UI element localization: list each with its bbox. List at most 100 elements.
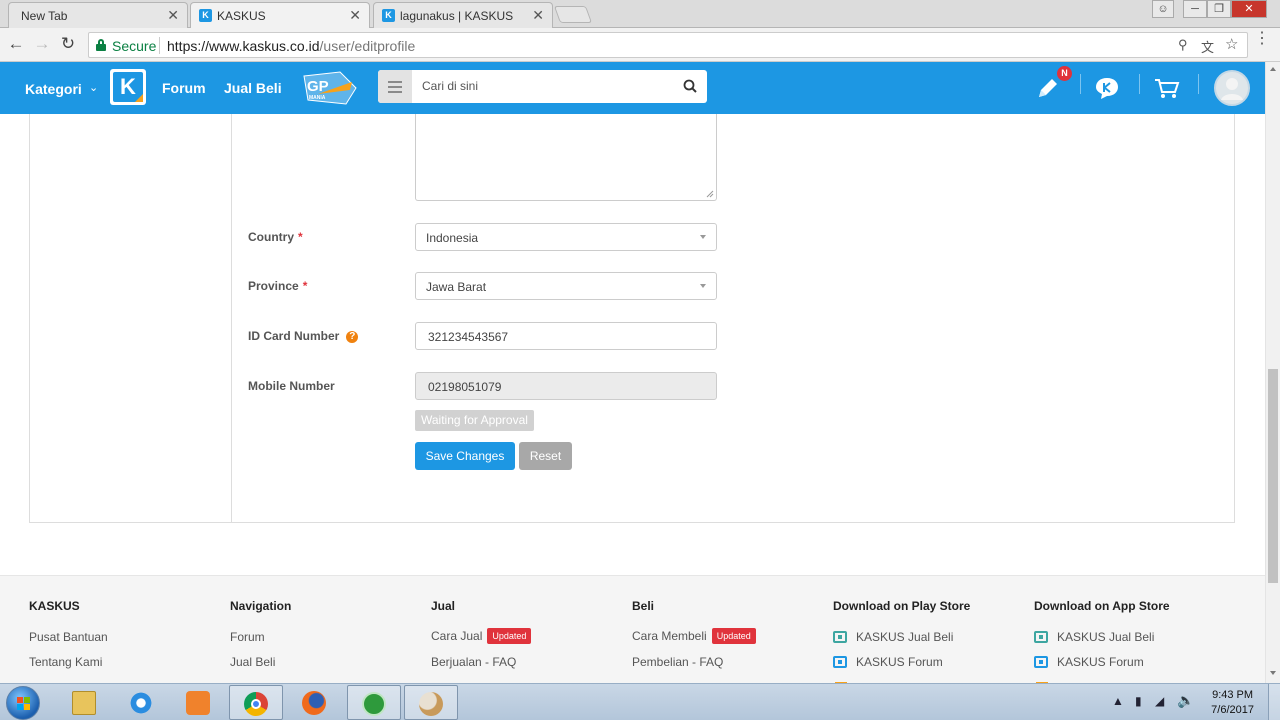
tab-new-tab[interactable]: New Tab ✕	[8, 2, 188, 28]
search-icon[interactable]	[683, 79, 697, 93]
nav-jual-beli[interactable]: Jual Beli	[224, 80, 282, 96]
required-marker: *	[298, 230, 303, 244]
gp-mania-logo[interactable]: GP MANIA	[300, 70, 358, 106]
explorer-taskbar-icon[interactable]	[58, 685, 112, 720]
browser-tab-strip: New Tab ✕ K KASKUS ✕ K lagunakus | KASKU…	[0, 0, 1280, 29]
close-icon[interactable]: ✕	[167, 7, 179, 24]
green-app-taskbar-icon[interactable]	[347, 685, 401, 720]
site-footer: KASKUS Pusat Bantuan Tentang Kami Naviga…	[0, 575, 1265, 686]
media-player-taskbar-icon[interactable]	[172, 685, 226, 720]
chat-icon[interactable]	[1092, 73, 1122, 103]
close-icon[interactable]: ✕	[349, 7, 361, 24]
divider	[1139, 74, 1140, 94]
kategori-menu[interactable]: Kategori	[25, 81, 82, 97]
mobile-value: 02198051079	[428, 380, 502, 394]
hamburger-icon[interactable]	[378, 70, 412, 103]
translate-icon[interactable]: 文	[1201, 37, 1214, 56]
url-path: /user/editprofile	[319, 38, 416, 54]
back-arrow-icon[interactable]: ←	[6, 34, 26, 54]
show-hidden-icons-icon[interactable]: ▲	[1112, 694, 1124, 708]
address-bar[interactable]: Secure https://www.kaskus.co.id/user/edi…	[88, 32, 1248, 58]
address-textarea[interactable]	[415, 114, 717, 201]
updated-badge: Updated	[711, 628, 756, 644]
browser-menu-icon[interactable]: ⋮	[1254, 31, 1270, 47]
bookmark-star-icon[interactable]: ☆	[1225, 35, 1238, 53]
province-select[interactable]: Jawa Barat	[415, 272, 717, 300]
kaskus-favicon-icon: K	[199, 9, 212, 22]
tab-kaskus[interactable]: K KASKUS ✕	[190, 2, 370, 29]
footer-heading: Navigation	[230, 599, 292, 613]
footer-col-kaskus: KASKUS Pusat Bantuan Tentang Kami	[29, 599, 229, 669]
avatar[interactable]	[1214, 70, 1250, 106]
reset-button[interactable]: Reset	[519, 442, 572, 470]
footer-link[interactable]: KASKUS Forum	[1034, 655, 1144, 669]
restore-icon[interactable]: ❐	[1207, 0, 1231, 18]
tab-title: New Tab	[21, 9, 68, 23]
footer-link[interactable]: Pusat Bantuan	[29, 630, 108, 644]
minimize-icon[interactable]: ─	[1183, 0, 1207, 18]
id-card-input[interactable]: 321234543567	[415, 322, 717, 350]
cart-icon[interactable]	[1152, 73, 1182, 103]
forward-arrow-icon[interactable]: →	[32, 34, 52, 54]
nav-forum[interactable]: Forum	[162, 80, 206, 96]
jual-beli-app-icon	[1034, 631, 1048, 643]
firefox-taskbar-icon[interactable]	[288, 685, 342, 720]
province-value: Jawa Barat	[426, 280, 487, 294]
user-profile-icon[interactable]: ☺	[1152, 0, 1174, 18]
url-host: https://www.kaskus.co.id	[167, 38, 320, 54]
scroll-up-icon[interactable]	[1270, 67, 1276, 71]
volume-icon[interactable]: 🔈	[1177, 692, 1194, 709]
footer-heading: Download on Play Store	[833, 599, 971, 613]
search-bar[interactable]: Cari di sini	[378, 70, 707, 103]
close-icon[interactable]: ✕	[532, 7, 544, 24]
new-tab-button[interactable]	[553, 6, 593, 23]
tab-title: KASKUS	[217, 9, 266, 23]
network-icon[interactable]: ◢	[1155, 694, 1164, 708]
footer-link[interactable]: KASKUS Jual Beli	[833, 630, 953, 644]
footer-link[interactable]: KASKUS Forum	[833, 655, 943, 669]
caret-down-icon	[700, 235, 706, 239]
footer-link[interactable]: Tentang Kami	[29, 655, 102, 669]
footer-link[interactable]: Berjualan - FAQ	[431, 655, 516, 669]
paint-taskbar-icon[interactable]	[404, 685, 458, 720]
battery-icon[interactable]: ▮	[1135, 694, 1142, 708]
zoom-icon[interactable]: ⚲	[1178, 37, 1188, 53]
search-input[interactable]: Cari di sini	[422, 79, 478, 93]
kaskus-logo[interactable]: K	[110, 69, 146, 105]
footer-heading: KASKUS	[29, 599, 80, 613]
lock-icon	[96, 39, 106, 51]
internet-explorer-taskbar-icon[interactable]	[115, 685, 169, 720]
divider	[159, 37, 160, 54]
chevron-down-icon[interactable]: ⌄	[89, 81, 98, 94]
reload-icon[interactable]: ↻	[58, 34, 78, 54]
page-scrollbar[interactable]	[1265, 62, 1280, 683]
footer-link[interactable]: Pembelian - FAQ	[632, 655, 723, 669]
caret-down-icon	[700, 284, 706, 288]
show-desktop-button[interactable]	[1268, 684, 1280, 720]
footer-col-beli: Beli Cara Membeli Updated Pembelian - FAQ	[632, 599, 832, 669]
footer-link[interactable]: Forum	[230, 630, 265, 644]
footer-col-jual: Jual Cara Jual Updated Berjualan - FAQ	[431, 599, 631, 669]
footer-col-play-store: Download on Play Store KASKUS Jual Beli …	[833, 599, 1033, 669]
notification-badge: N	[1057, 66, 1072, 81]
footer-link[interactable]: Cara Membeli Updated	[632, 628, 756, 644]
tab-lagunakus[interactable]: K lagunakus | KASKUS ✕	[373, 2, 553, 28]
system-clock[interactable]: 9:43 PM 7/6/2017	[1211, 688, 1254, 718]
clock-time: 9:43 PM	[1212, 689, 1254, 701]
close-window-icon[interactable]: ✕	[1231, 0, 1267, 18]
clock-date: 7/6/2017	[1211, 704, 1254, 716]
footer-link[interactable]: Cara Jual Updated	[431, 628, 532, 644]
country-select[interactable]: Indonesia	[415, 223, 717, 251]
url-text[interactable]: https://www.kaskus.co.id/user/editprofil…	[167, 38, 415, 54]
footer-link[interactable]: KASKUS Jual Beli	[1034, 630, 1154, 644]
start-button[interactable]	[6, 686, 40, 720]
scroll-down-icon[interactable]	[1270, 671, 1276, 675]
chrome-taskbar-icon[interactable]	[229, 685, 283, 720]
save-changes-button[interactable]: Save Changes	[415, 442, 515, 470]
footer-link[interactable]: Jual Beli	[230, 655, 275, 669]
footer-heading: Beli	[632, 599, 655, 613]
resize-handle-icon[interactable]	[706, 190, 714, 198]
waiting-approval-badge: Waiting for Approval	[415, 410, 534, 431]
help-icon[interactable]: ?	[346, 331, 359, 343]
scroll-thumb[interactable]	[1268, 369, 1278, 583]
